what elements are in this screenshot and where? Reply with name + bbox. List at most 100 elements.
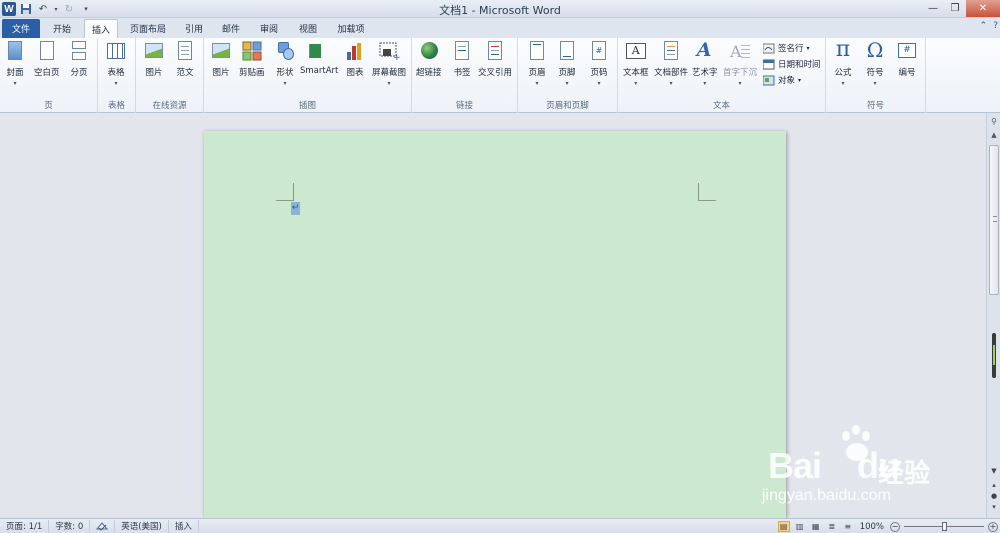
omega-icon: Ω xyxy=(866,38,884,62)
hyperlink-button[interactable]: 超链接 xyxy=(416,40,442,78)
bookmark-icon xyxy=(451,40,473,62)
minimize-button[interactable]: — xyxy=(922,0,944,17)
tab-review[interactable]: 审阅 xyxy=(252,19,286,38)
vertical-scrollbar[interactable]: ⚲ ▲ ▼ ▴ ● ▾ xyxy=(986,113,1000,518)
shapes-button[interactable]: 形状 ▾ xyxy=(274,40,296,87)
drop-cap-button[interactable]: A 首字下沉 ▾ xyxy=(723,40,757,87)
chart-icon xyxy=(344,40,366,62)
wordart-icon: A xyxy=(696,39,712,61)
group-label-illustrations: 插图 xyxy=(298,101,316,111)
bookmark-button[interactable]: 书签 xyxy=(451,40,473,78)
tab-view[interactable]: 视图 xyxy=(290,19,326,38)
group-links: 超链接 书签 交叉引用 链接 xyxy=(412,38,518,113)
watermark-cn: 经验 xyxy=(878,459,931,489)
restore-button[interactable]: ❐ xyxy=(944,0,966,17)
page-number-icon: # xyxy=(588,40,610,62)
ruler-toggle-icon[interactable]: ⚲ xyxy=(988,117,1000,129)
scroll-handle[interactable] xyxy=(992,333,996,378)
group-online: 图片 范文 在线资源 xyxy=(136,38,204,113)
group-illustrations: 图片 剪贴画 形状 ▾ SmartArt 图表 + 屏幕截图 ▾ 插图 xyxy=(204,38,412,113)
symbol-button[interactable]: Ω 符号 ▾ xyxy=(864,38,886,87)
zoom-out-icon[interactable]: − xyxy=(890,521,900,532)
group-label-tables: 表格 xyxy=(107,101,125,111)
zoom-slider-thumb[interactable] xyxy=(942,522,947,531)
paragraph-mark: ↵ xyxy=(291,202,300,215)
ribbon-tabs: 文件 开始 插入 页面布局 引用 邮件 审阅 视图 加载项 ⌃ ? xyxy=(0,18,1000,38)
clip-art-button[interactable]: 剪贴画 xyxy=(239,40,265,78)
margin-corner-top-right xyxy=(698,183,716,201)
screenshot-button[interactable]: + 屏幕截图 ▾ xyxy=(372,40,406,87)
scroll-up-icon[interactable]: ▲ xyxy=(988,131,1000,143)
header-button[interactable]: 页眉 ▾ xyxy=(526,40,548,87)
view-zoom-controls: ▤ ▥ ▦ ≣ ≡ 100% − + xyxy=(777,519,998,533)
equation-button[interactable]: π 公式 ▾ xyxy=(832,37,854,87)
screenshot-icon: + xyxy=(378,40,401,63)
clip-art-icon xyxy=(241,40,263,62)
cross-reference-icon xyxy=(484,40,506,62)
table-button[interactable]: 表格 ▾ xyxy=(105,40,127,87)
number-button[interactable]: # 编号 xyxy=(896,40,918,78)
previous-page-icon[interactable]: ▴ xyxy=(988,481,1000,491)
print-layout-view-icon[interactable]: ▤ xyxy=(777,521,790,532)
page-count[interactable]: 页面: 1/1 xyxy=(0,519,50,533)
tab-addins[interactable]: 加载项 xyxy=(330,19,372,38)
group-label-symbols: 符号 xyxy=(866,101,884,111)
proofing-icon[interactable] xyxy=(90,519,116,533)
cover-page-button[interactable]: 封面 ▾ xyxy=(4,40,26,87)
footer-button[interactable]: 页脚 ▾ xyxy=(556,40,578,87)
tab-home[interactable]: 开始 xyxy=(44,19,80,38)
group-label-text: 文本 xyxy=(712,101,730,111)
baidu-watermark: Bai du 经验 jingyan.baidu.com xyxy=(760,425,970,510)
text-box-button[interactable]: A 文本框 ▾ xyxy=(623,40,649,87)
outline-view-icon[interactable]: ≣ xyxy=(826,521,838,532)
language-indicator[interactable]: 英语(美国) xyxy=(115,519,169,533)
group-label-pages: 页 xyxy=(44,101,53,111)
chart-button[interactable]: 图表 xyxy=(344,40,366,78)
blank-page-button[interactable]: 空白页 xyxy=(34,40,60,78)
object-button[interactable]: 对象 ▾ xyxy=(762,74,801,86)
zoom-slider[interactable] xyxy=(904,522,984,531)
online-picture-button[interactable]: 图片 xyxy=(143,40,165,78)
word-count[interactable]: 字数: 0 xyxy=(49,519,91,533)
close-button[interactable]: ✕ xyxy=(966,0,1000,17)
document-page[interactable]: ↵ xyxy=(204,131,786,518)
smartart-button[interactable]: SmartArt xyxy=(300,40,338,76)
tab-file[interactable]: 文件 xyxy=(2,19,40,38)
date-time-button[interactable]: 日期和时间 xyxy=(762,58,821,70)
signature-icon xyxy=(762,43,775,54)
scrollbar-thumb[interactable] xyxy=(989,145,999,295)
quick-parts-button[interactable]: 文档部件 ▾ xyxy=(654,40,688,87)
picture-button[interactable]: 图片 xyxy=(210,40,232,78)
watermark-url: jingyan.baidu.com xyxy=(762,487,891,504)
zoom-level[interactable]: 100% xyxy=(860,522,884,532)
group-pages: 封面 ▾ 空白页 分页 页 xyxy=(0,38,98,113)
tab-page-layout[interactable]: 页面布局 xyxy=(122,19,174,38)
help-icon[interactable]: ? xyxy=(993,21,998,31)
signature-line-button[interactable]: 签名行 ▾ xyxy=(762,42,810,54)
tab-mailings[interactable]: 邮件 xyxy=(214,19,248,38)
smartart-icon xyxy=(308,40,330,62)
template-button[interactable]: 范文 xyxy=(174,40,196,78)
tab-insert[interactable]: 插入 xyxy=(84,19,118,38)
margin-corner-top-left xyxy=(276,183,294,201)
shapes-icon xyxy=(274,40,296,62)
next-page-icon[interactable]: ▾ xyxy=(988,503,1000,513)
web-layout-view-icon[interactable]: ▦ xyxy=(810,521,822,532)
draft-view-icon[interactable]: ≡ xyxy=(842,521,854,532)
window-title: 文档1 - Microsoft Word xyxy=(439,4,561,17)
minimize-ribbon-icon[interactable]: ⌃ xyxy=(980,21,988,31)
full-screen-view-icon[interactable]: ▥ xyxy=(794,521,806,532)
drop-cap-icon: A xyxy=(729,40,751,62)
blank-page-icon xyxy=(36,40,58,62)
cross-reference-button[interactable]: 交叉引用 xyxy=(478,40,512,78)
browse-object-icon[interactable]: ● xyxy=(988,492,1000,502)
wordart-button[interactable]: A 艺术字 ▾ xyxy=(692,39,718,87)
page-number-button[interactable]: # 页码 ▾ xyxy=(588,40,610,87)
group-label-header-footer: 页眉和页脚 xyxy=(546,101,589,111)
zoom-in-icon[interactable]: + xyxy=(988,521,998,532)
page-break-button[interactable]: 分页 xyxy=(68,40,90,78)
insert-mode[interactable]: 插入 xyxy=(169,519,199,533)
window-controls: — ❐ ✕ xyxy=(922,0,1000,17)
scroll-down-icon[interactable]: ▼ xyxy=(988,467,1000,477)
tab-references[interactable]: 引用 xyxy=(178,19,210,38)
